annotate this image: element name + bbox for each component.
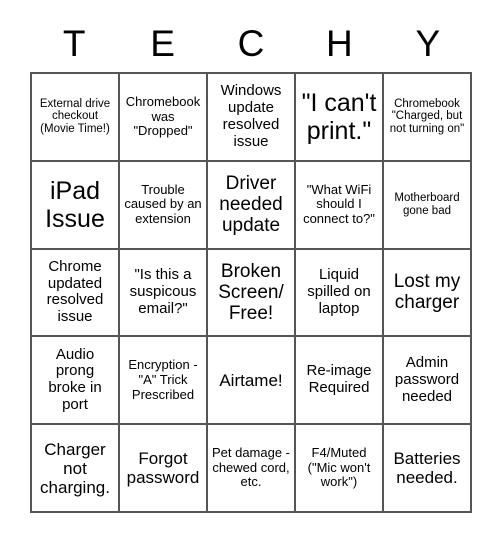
bingo-cell-label: Batteries needed.: [393, 449, 461, 488]
bingo-cell[interactable]: Chromebook "Charged, but not turning on": [384, 74, 472, 162]
bingo-cell-label: Chromebook "Charged, but not turning on": [389, 97, 465, 136]
bingo-cell-label: Broken Screen/ Free!: [218, 260, 284, 325]
bingo-cell[interactable]: "What WiFi should I connect to?": [296, 161, 384, 250]
bingo-cell-label: "What WiFi should I connect to?": [303, 181, 375, 226]
bingo-cell-label: F4/Muted ("Mic won't work"): [307, 445, 371, 490]
bingo-cell-label: External drive checkout (Movie Time!): [39, 97, 111, 136]
bingo-cell-label: Audio prong broke in port: [48, 345, 102, 414]
bingo-cell[interactable]: Pet damage - chewed cord, etc.: [208, 425, 296, 513]
header-letter-4: H: [326, 22, 353, 64]
bingo-cell-label: "Is this a suspicous email?": [129, 266, 197, 317]
header-letter-1: T: [62, 22, 86, 64]
bingo-cell[interactable]: Encryption - "A" Trick Prescribed: [120, 337, 208, 426]
bingo-cell-label: Chromebook was "Dropped": [125, 94, 201, 139]
bingo-cell[interactable]: F4/Muted ("Mic won't work"): [296, 425, 384, 513]
bingo-cell[interactable]: iPad Issue: [32, 161, 120, 250]
bingo-grid: External drive checkout (Movie Time!) Ch…: [30, 72, 472, 513]
bingo-cell[interactable]: Motherboard gone bad: [384, 161, 472, 250]
bingo-cell-label: Forgot password: [126, 449, 200, 488]
bingo-cell[interactable]: Charger not charging.: [32, 425, 120, 513]
bingo-cell[interactable]: Airtame!: [208, 337, 296, 426]
bingo-cell-label: Charger not charging.: [40, 439, 110, 497]
bingo-cell[interactable]: Batteries needed.: [384, 425, 472, 513]
bingo-cell-label: Airtame!: [219, 370, 283, 390]
bingo-cell[interactable]: Liquid spilled on laptop: [296, 249, 384, 338]
bingo-cell[interactable]: Lost my charger: [384, 249, 472, 338]
bingo-cell[interactable]: Trouble caused by an extension: [120, 161, 208, 250]
bingo-cell-label: Lost my charger: [393, 271, 461, 314]
bingo-cell[interactable]: Chrome updated resolved issue: [32, 249, 120, 338]
bingo-cell[interactable]: "Is this a suspicous email?": [120, 249, 208, 338]
bingo-cell-label: Windows update resolved issue: [220, 82, 282, 150]
bingo-cell-label: Motherboard gone bad: [394, 191, 460, 217]
header-letter-2: E: [150, 22, 175, 64]
bingo-cell[interactable]: Broken Screen/ Free!: [208, 249, 296, 338]
bingo-cell[interactable]: Re-image Required: [296, 337, 384, 426]
header-letter-3: C: [237, 22, 265, 64]
bingo-cell-label: Encryption - "A" Trick Prescribed: [128, 357, 198, 402]
bingo-cell-label: Driver needed update: [219, 172, 283, 237]
bingo-cell[interactable]: Chromebook was "Dropped": [120, 74, 208, 162]
bingo-cell[interactable]: Audio prong broke in port: [32, 337, 120, 426]
bingo-cell[interactable]: Windows update resolved issue: [208, 74, 296, 162]
bingo-cell[interactable]: "I can't print.": [296, 74, 384, 162]
bingo-cell-label: Trouble caused by an extension: [124, 181, 202, 226]
bingo-cell-label: Admin password needed: [394, 354, 460, 405]
bingo-cell-label: "I can't print.": [301, 88, 377, 145]
bingo-cell-label: iPad Issue: [45, 176, 105, 233]
bingo-cell-label: Re-image Required: [306, 362, 372, 397]
bingo-card: T E C H Y External drive checkout (Movie…: [0, 0, 500, 544]
bingo-cell[interactable]: Forgot password: [120, 425, 208, 513]
bingo-cell[interactable]: Driver needed update: [208, 161, 296, 250]
bingo-cell[interactable]: Admin password needed: [384, 337, 472, 426]
bingo-cell-label: Chrome updated resolved issue: [46, 257, 104, 326]
bingo-cell-label: Liquid spilled on laptop: [307, 266, 371, 317]
bingo-cell-label: Pet damage - chewed cord, etc.: [211, 445, 291, 490]
bingo-cell[interactable]: External drive checkout (Movie Time!): [32, 74, 120, 162]
header-letter-5: Y: [415, 22, 441, 64]
bingo-header: T E C H Y: [30, 14, 472, 72]
